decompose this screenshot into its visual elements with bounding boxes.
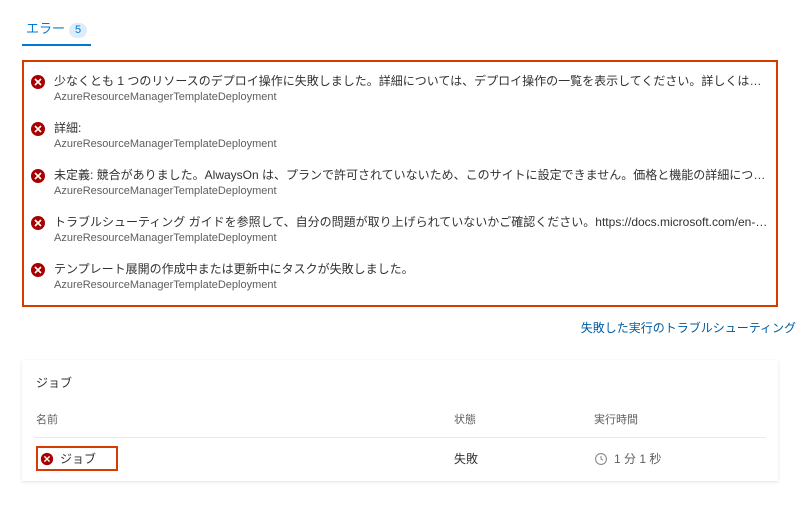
job-name-cell: ジョブ — [36, 446, 118, 471]
job-duration: 1 分 1 秒 — [614, 450, 661, 467]
error-icon — [40, 452, 54, 466]
tab-errors[interactable]: エラー 5 — [22, 14, 91, 46]
troubleshoot-link[interactable]: 失敗した実行のトラブルシューティング — [581, 321, 796, 335]
error-icon — [30, 121, 46, 137]
error-source: AzureResourceManagerTemplateDeployment — [54, 279, 768, 291]
error-message: 未定義: 競合がありました。AlwaysOn は、プランで許可されていないため、… — [54, 166, 768, 183]
job-name: ジョブ — [60, 450, 96, 467]
tab-errors-count: 5 — [69, 23, 87, 38]
error-row[interactable]: 未定義: 競合がありました。AlwaysOn は、プランで許可されていないため、… — [26, 160, 774, 207]
error-source: AzureResourceManagerTemplateDeployment — [54, 91, 768, 103]
error-source: AzureResourceManagerTemplateDeployment — [54, 232, 768, 244]
table-row[interactable]: ジョブ 失敗 1 分 1 秒 — [34, 437, 766, 481]
error-icon — [30, 215, 46, 231]
error-icon — [30, 262, 46, 278]
col-header-duration: 実行時間 — [594, 411, 764, 427]
col-header-status: 状態 — [454, 411, 594, 427]
clock-icon — [594, 452, 608, 466]
error-row[interactable]: 少なくとも 1 つのリソースのデプロイ操作に失敗しました。詳細については、デプロ… — [26, 66, 774, 113]
job-status: 失敗 — [454, 450, 594, 467]
error-row[interactable]: 詳細: AzureResourceManagerTemplateDeployme… — [26, 113, 774, 160]
col-header-name: 名前 — [36, 411, 454, 427]
error-row[interactable]: トラブルシューティング ガイドを参照して、自分の問題が取り上げられていないかご確… — [26, 207, 774, 254]
error-row[interactable]: テンプレート展開の作成中または更新中にタスクが失敗しました。 AzureReso… — [26, 254, 774, 301]
errors-panel: 少なくとも 1 つのリソースのデプロイ操作に失敗しました。詳細については、デプロ… — [22, 60, 778, 307]
error-source: AzureResourceManagerTemplateDeployment — [54, 185, 768, 197]
error-icon — [30, 168, 46, 184]
error-source: AzureResourceManagerTemplateDeployment — [54, 138, 768, 150]
error-message: 詳細: — [54, 119, 768, 136]
tab-errors-label: エラー — [26, 18, 65, 37]
error-message: トラブルシューティング ガイドを参照して、自分の問題が取り上げられていないかご確… — [54, 213, 768, 230]
error-icon — [30, 74, 46, 90]
error-message: テンプレート展開の作成中または更新中にタスクが失敗しました。 — [54, 260, 768, 277]
error-message: 少なくとも 1 つのリソースのデプロイ操作に失敗しました。詳細については、デプロ… — [54, 72, 768, 89]
jobs-title: ジョブ — [34, 370, 766, 407]
jobs-card: ジョブ 名前 状態 実行時間 ジョブ 失敗 1 分 1 秒 — [22, 360, 778, 481]
